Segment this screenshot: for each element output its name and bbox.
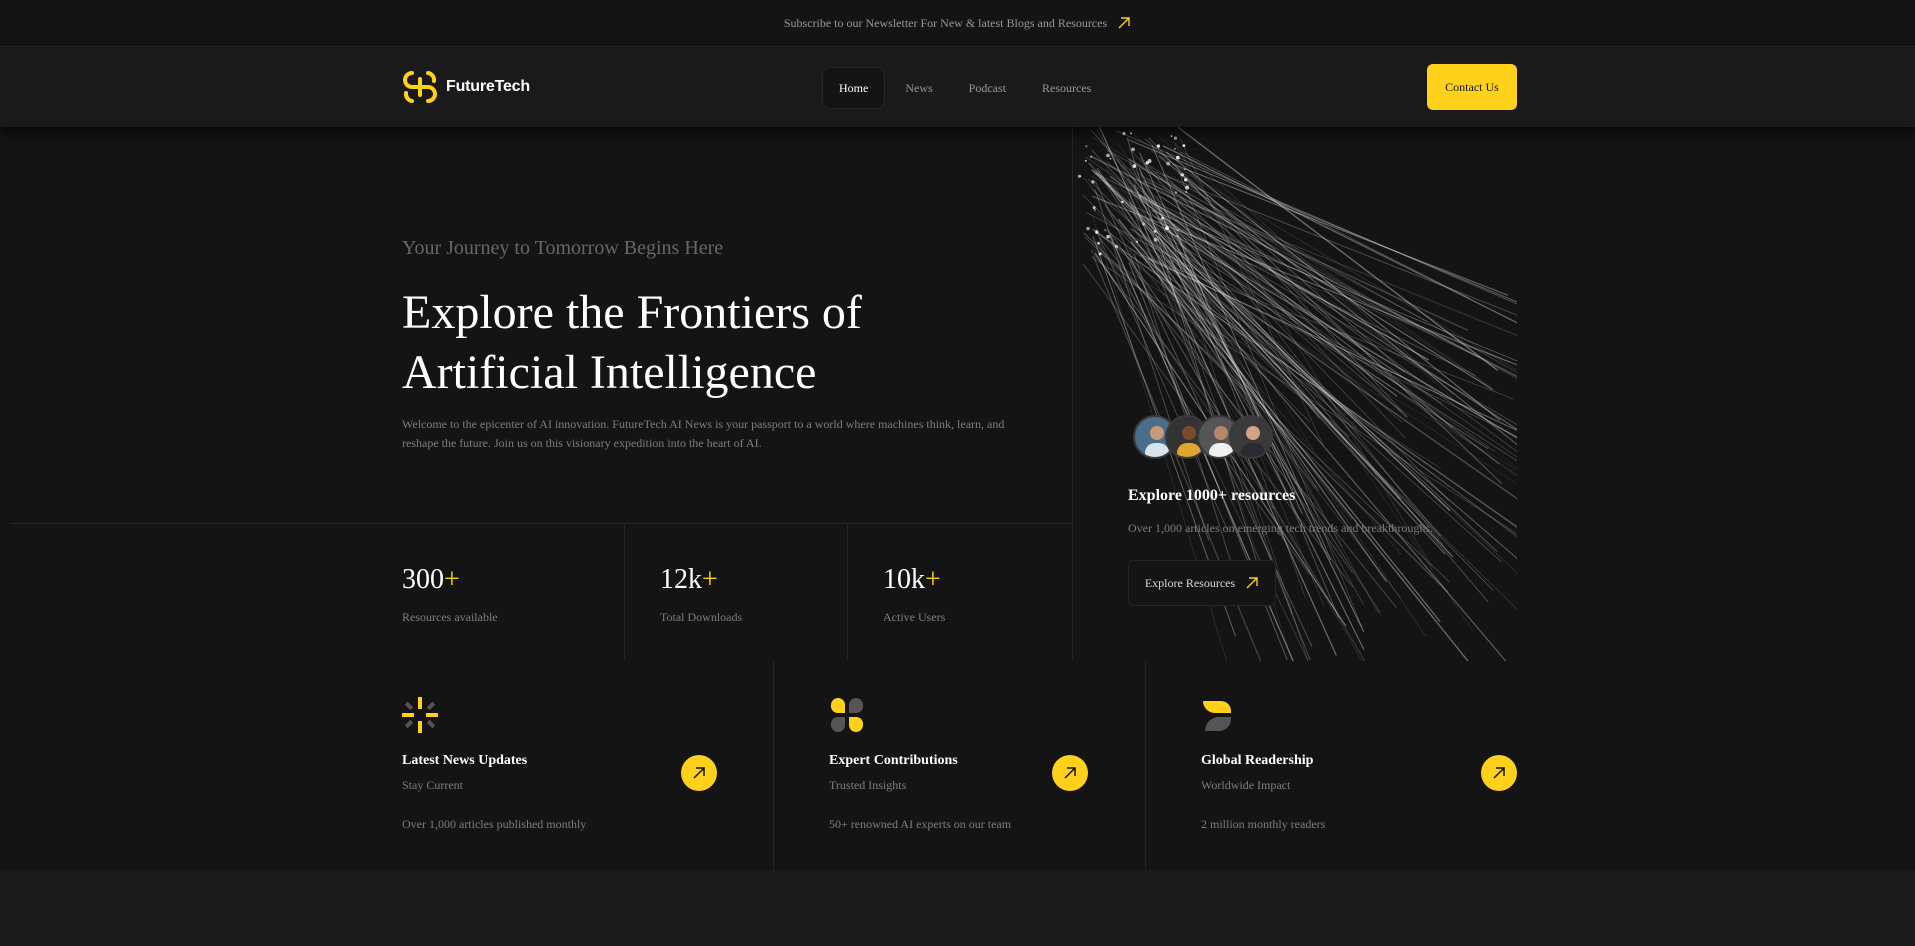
arrow-up-right-icon[interactable] [1117,16,1131,30]
divider [1145,661,1146,870]
logo[interactable]: FutureTech [402,69,530,105]
feature-title: Global Readership [1201,753,1314,768]
clover-icon [830,698,864,732]
leaf-icon [1203,701,1231,731]
feature-latest-news: Latest News Updates Stay Current Over 1,… [402,661,772,870]
stat-value: 300+ [402,564,460,595]
sparkle-icon [402,697,438,733]
arrow-up-right-icon [1064,767,1076,779]
stat-label: Resources available [402,610,498,624]
feature-detail: 50+ renowned AI experts on our team [829,817,1012,831]
nav-item-news[interactable]: News [889,67,948,109]
contact-us-button[interactable]: Contact Us [1427,64,1517,110]
divider [773,661,774,870]
stat-value: 12k+ [660,564,718,595]
hero-tagline: Your Journey to Tomorrow Begins Here [402,237,724,259]
avatar-group [1133,415,1273,459]
feature-title: Expert Contributions [829,753,958,768]
feature-title: Latest News Updates [402,753,528,768]
features-section: Latest News Updates Stay Current Over 1,… [0,661,1915,870]
arrow-up-right-icon[interactable] [1245,576,1259,590]
feature-subtitle: Trusted Insights [829,778,907,792]
hero-headline-line-1: Explore the Frontiers of [402,286,862,339]
divider [624,524,625,662]
site-header: FutureTech Home News Podcast Resources C… [0,47,1915,127]
feature-detail: 2 million monthly readers [1201,817,1326,831]
explore-resources-button[interactable]: Explore Resources [1128,560,1276,606]
main-nav: Home News Podcast Resources [822,67,1107,109]
resources-card: Explore 1000+ resources Over 1,000 artic… [1072,127,1517,661]
feature-detail: Over 1,000 articles published monthly [402,817,587,831]
feature-subtitle: Worldwide Impact [1201,778,1291,792]
stat-value: 10k+ [883,564,941,595]
resources-title: Explore 1000+ resources [1128,487,1296,504]
hero-description: Welcome to the epicenter of AI innovatio… [402,417,1005,450]
avatar [1229,415,1273,459]
newsletter-banner[interactable]: Subscribe to our Newsletter For New & la… [0,0,1915,47]
stat-label: Active Users [883,610,946,624]
hero-headline: Explore the Frontiers of Artificial Inte… [402,283,962,403]
stats-row: 300+ Resources available 12k+ Total Down… [10,523,1072,662]
feature-global-readership: Global Readership Worldwide Impact 2 mil… [1201,661,1517,870]
nav-item-podcast[interactable]: Podcast [953,67,1022,109]
feature-arrow-button[interactable] [681,755,717,791]
explore-resources-label[interactable]: Explore Resources [1145,576,1235,591]
logo-icon [403,71,437,103]
feature-arrow-button[interactable] [1481,755,1517,791]
logo-text: FutureTech [446,78,530,95]
feature-subtitle: Stay Current [402,778,463,792]
resources-description: Over 1,000 articles on emerging tech tre… [1128,521,1434,535]
stat-label: Total Downloads [660,610,743,624]
hero-headline-line-2: Artificial Intelligence [402,346,817,399]
feature-expert-contributions: Expert Contributions Trusted Insights 50… [829,661,1146,870]
divider [847,524,848,662]
arrow-up-right-icon [693,767,705,779]
newsletter-banner-text[interactable]: Subscribe to our Newsletter For New & la… [784,16,1107,31]
nav-item-home[interactable]: Home [822,67,886,109]
arrow-up-right-icon [1493,767,1505,779]
next-section [0,870,1915,946]
nav-item-resources[interactable]: Resources [1026,67,1107,109]
feature-arrow-button[interactable] [1052,755,1088,791]
hero-section: Your Journey to Tomorrow Begins Here Exp… [0,127,1072,523]
